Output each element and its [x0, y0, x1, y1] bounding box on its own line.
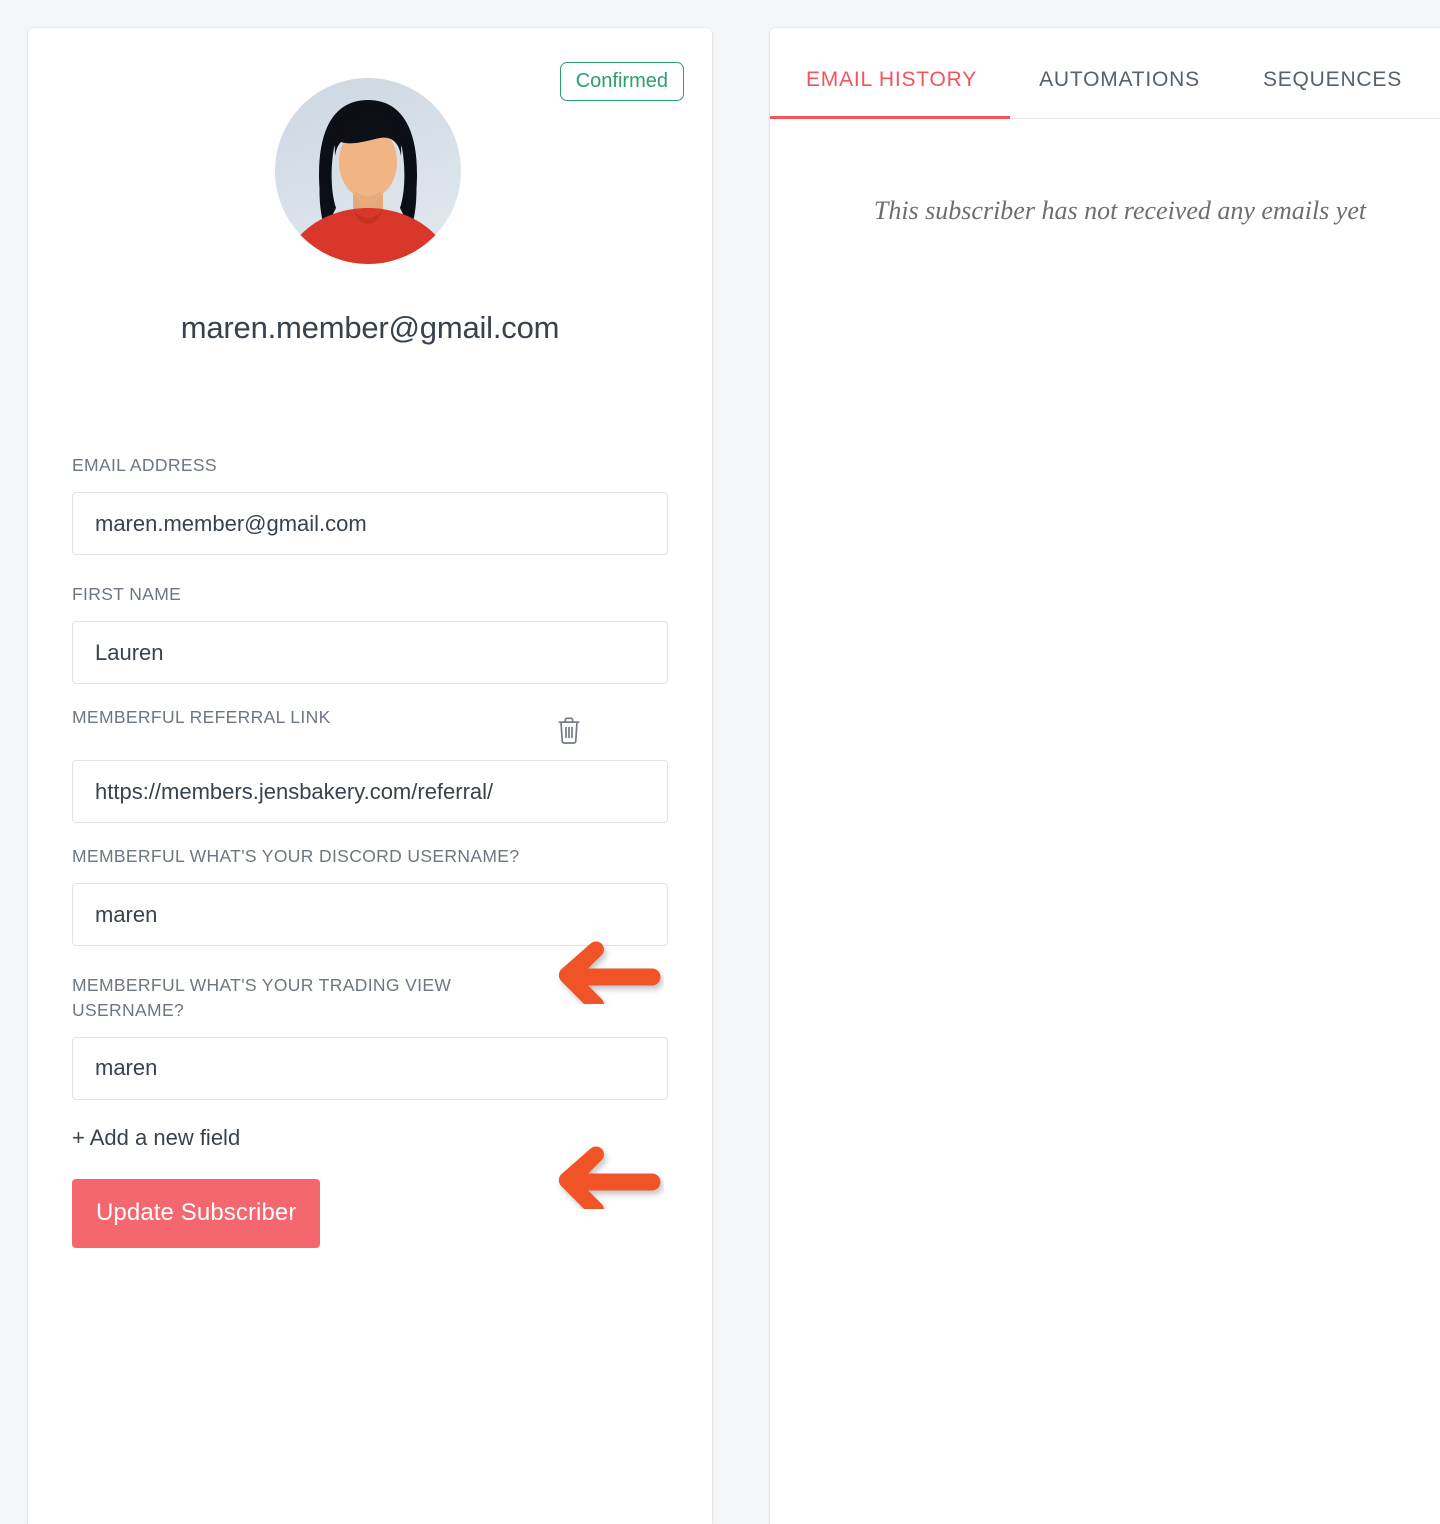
- tab-automations[interactable]: AUTOMATIONS: [1039, 68, 1200, 118]
- memberful-discord-username-label: MEMBERFUL WHAT'S YOUR DISCORD USERNAME?: [72, 846, 520, 867]
- status-badge: Confirmed: [559, 62, 684, 101]
- field-email-address: EMAIL ADDRESS: [72, 453, 668, 556]
- memberful-tradingview-username-label: MEMBERFUL WHAT'S YOUR TRADING VIEW USERN…: [72, 975, 452, 1020]
- page-title: maren.member@gmail.com: [180, 310, 560, 345]
- delete-field-button[interactable]: [556, 715, 582, 745]
- memberful-referral-link-label: MEMBERFUL REFERRAL LINK: [72, 707, 331, 728]
- subscriber-form: EMAIL ADDRESS FIRST NAME MEMBERFUL REFER…: [72, 453, 668, 1248]
- field-label-row: MEMBERFUL WHAT'S YOUR DISCORD USERNAME?: [72, 844, 668, 868]
- tab-email-history[interactable]: EMAIL HISTORY: [770, 68, 1011, 119]
- memberful-referral-link-input[interactable]: [72, 760, 668, 824]
- subscriber-profile-card: Confirmed maren.member@gmail.com EMAIL A…: [28, 28, 712, 1524]
- field-first-name: FIRST NAME: [72, 582, 668, 685]
- update-subscriber-button[interactable]: Update Subscriber: [72, 1178, 321, 1248]
- field-memberful-tradingview-username: MEMBERFUL WHAT'S YOUR TRADING VIEW USERN…: [72, 973, 668, 1100]
- page-root: Confirmed maren.member@gmail.com EMAIL A…: [0, 0, 1440, 1524]
- field-label-row: FIRST NAME: [72, 582, 668, 606]
- trash-icon: [556, 717, 582, 748]
- first-name-label: FIRST NAME: [72, 584, 182, 605]
- memberful-discord-username-input[interactable]: [72, 883, 668, 947]
- field-label-row: MEMBERFUL WHAT'S YOUR TRADING VIEW USERN…: [72, 973, 668, 1021]
- avatar: [275, 78, 461, 264]
- add-new-field-link[interactable]: + Add a new field: [72, 1125, 240, 1151]
- field-label-row: EMAIL ADDRESS: [72, 453, 668, 477]
- tab-bar: EMAIL HISTORY AUTOMATIONS SEQUENCES: [770, 28, 1440, 119]
- subscriber-detail-card: EMAIL HISTORY AUTOMATIONS SEQUENCES This…: [770, 28, 1440, 1524]
- field-label-row: MEMBERFUL REFERRAL LINK: [72, 705, 668, 745]
- field-memberful-referral-link: MEMBERFUL REFERRAL LINK: [72, 705, 668, 824]
- field-memberful-discord-username: MEMBERFUL WHAT'S YOUR DISCORD USERNAME?: [72, 844, 668, 947]
- email-address-input[interactable]: [72, 492, 668, 556]
- first-name-input[interactable]: [72, 621, 668, 685]
- tab-sequences[interactable]: SEQUENCES: [1263, 68, 1402, 118]
- memberful-tradingview-username-input[interactable]: [72, 1036, 668, 1100]
- email-address-label: EMAIL ADDRESS: [72, 455, 217, 475]
- email-history-empty-state: This subscriber has not received any ema…: [873, 196, 1367, 225]
